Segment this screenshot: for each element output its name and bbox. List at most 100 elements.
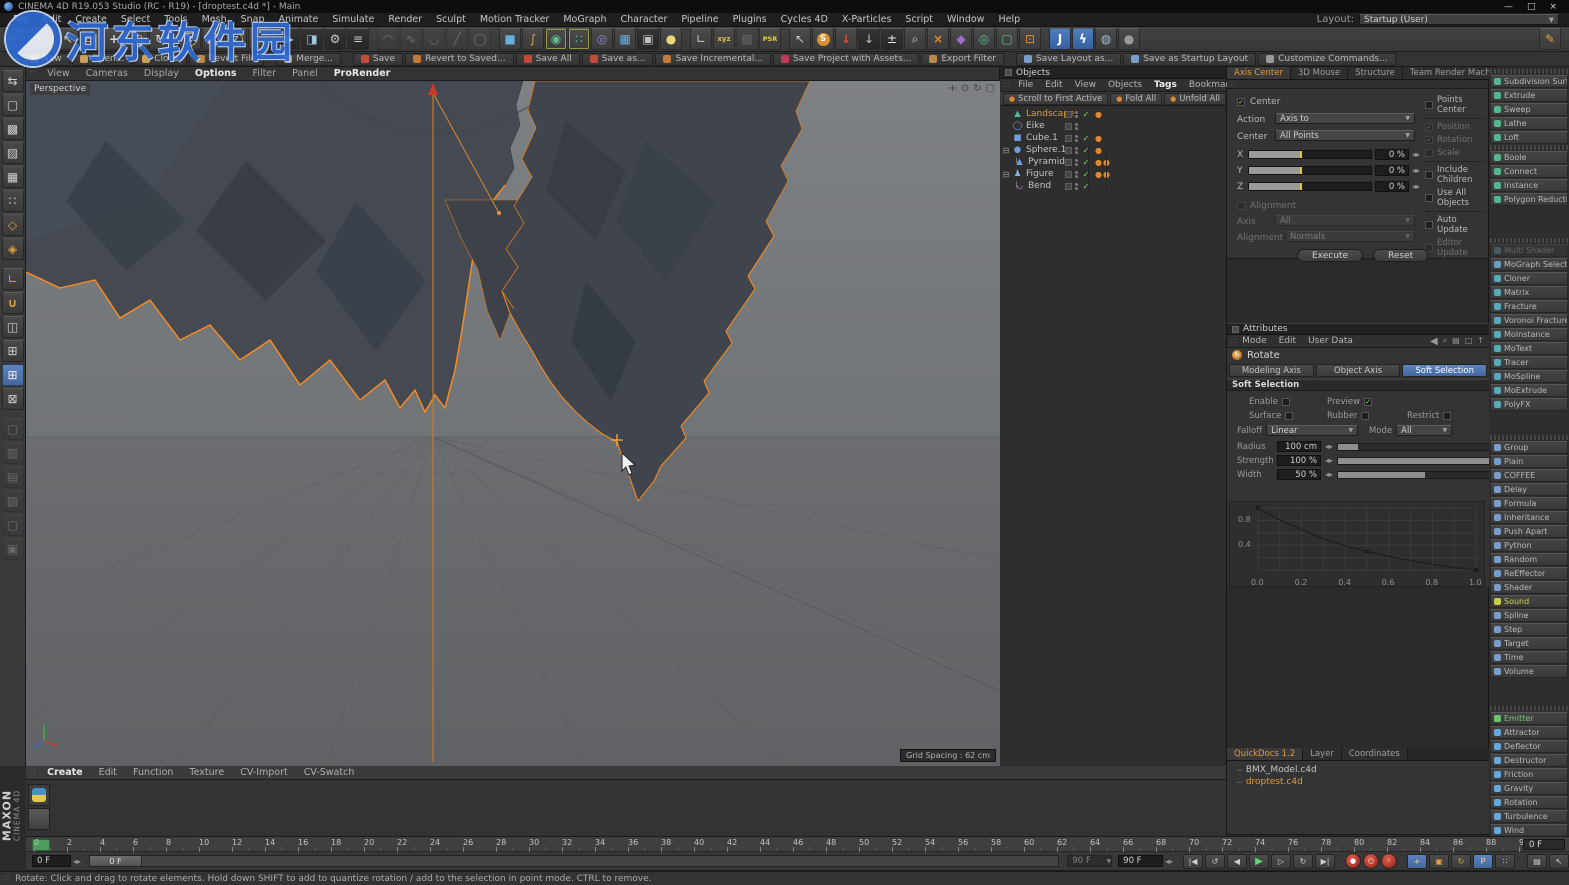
snap-disabled-icon[interactable]: ▨ [736,28,758,50]
objects-toolbar-button[interactable]: ●Scroll to First Active [1003,93,1108,105]
magnify-icon[interactable]: ⌕ [904,28,926,50]
stepper-icon[interactable]: ◂▸ [1165,857,1173,866]
sculpt-mode-icon[interactable]: S [812,28,834,50]
undo-icon[interactable]: ↶ [4,28,26,50]
lock-icon[interactable]: □ [1465,336,1473,347]
enable-checkbox[interactable] [1282,398,1290,406]
viewport-view-label[interactable]: Perspective [30,83,90,95]
expander-icon[interactable]: ⊟ [1000,170,1012,179]
shader-effector-button[interactable]: Shader [1490,581,1568,594]
radius-field[interactable]: 100 cm [1277,441,1321,452]
material-menu-item[interactable]: Function [125,767,181,778]
enabled-check-icon[interactable]: ✓ [1081,182,1091,191]
transform-checkbox[interactable]: Scale [1425,148,1485,158]
sculpt-smooth-icon[interactable]: ∿ [400,28,422,50]
menu-item[interactable]: Select [114,14,157,25]
menu-item[interactable]: MoGraph [556,14,613,25]
cloner-icon[interactable]: ∷ [568,28,590,50]
polyfx-button[interactable]: PolyFX [1490,398,1568,411]
radius-slider[interactable] [1337,443,1509,451]
region-icon[interactable]: ▢ [996,28,1018,50]
sculpt-pull-icon[interactable]: ◠ [377,28,399,50]
target-effector-button[interactable]: Target [1490,637,1568,650]
render-queue-icon[interactable]: ≡ [347,28,369,50]
visibility-dots[interactable] [1075,159,1078,166]
inactive-tool-icon[interactable]: ▥ [2,442,24,464]
menu-item[interactable]: Window [940,14,991,25]
lightning-icon[interactable]: ϟ [1072,28,1094,50]
viewport-menu-item[interactable]: ProRender [326,68,399,79]
record-active-objects-button[interactable]: ● [1345,853,1361,869]
scope-checkbox[interactable]: Use All Objects [1425,188,1485,208]
group-effector-button[interactable]: Group [1490,441,1568,454]
workplane-snap-icon[interactable]: ◫ [2,316,24,338]
polygon-reduction-button[interactable]: Polygon Reduction [1490,193,1568,206]
objects-menu-item[interactable]: View [1069,80,1102,90]
bomb-icon[interactable]: ● [1118,28,1140,50]
axis-value-field[interactable]: 0 % [1375,165,1409,176]
scope-checkbox[interactable]: Include Children [1425,165,1485,185]
fracture-button[interactable]: Fracture [1490,300,1568,313]
matrix-button[interactable]: Matrix [1490,286,1568,299]
viewport-menu-item[interactable]: Panel [284,68,326,79]
file-toolbar-button[interactable]: Close [134,53,187,66]
command-tab[interactable]: Axis Center [1227,67,1291,79]
menu-item[interactable]: Pipeline [674,14,725,25]
layout-dropdown[interactable]: Startup (User)▼ [1359,14,1559,25]
play-button[interactable]: ▶ [1249,854,1269,869]
move-icon[interactable]: + [103,28,125,50]
pointer-button[interactable]: ↖ [1549,854,1569,869]
tool-tab[interactable]: Object Axis [1316,364,1401,377]
tracer-button[interactable]: Tracer [1490,356,1568,369]
snap-magnet-icon[interactable]: ∪ [2,292,24,314]
restrict-checkbox[interactable] [1443,412,1451,420]
menu-item[interactable]: Simulate [325,14,381,25]
visibility-dots[interactable] [1075,147,1078,154]
tool-tab[interactable]: Modeling Axis [1229,364,1314,377]
inactive-tool-icon[interactable]: ▧ [2,490,24,512]
quickdocs-document[interactable]: ─BMX_Model.c4d [1227,764,1489,776]
menu-item[interactable]: Cycles 4D [774,14,835,25]
layer-chip[interactable] [1065,159,1072,166]
command-tab[interactable]: Structure [1348,67,1403,79]
workplane-icon[interactable]: ∟ [690,28,712,50]
enabled-check-icon[interactable]: ✓ [1081,110,1091,119]
alignment-checkbox[interactable] [1237,202,1245,210]
turbulence-button[interactable]: Turbulence [1490,810,1568,823]
file-toolbar-button[interactable]: Save as Startup Layout [1123,53,1256,66]
uv-mode-icon[interactable]: ▦ [2,166,24,188]
menu-item[interactable]: Sculpt [429,14,473,25]
stepper-icon[interactable]: ◂▸ [1412,166,1420,175]
coordinates-xyz-icon[interactable]: xyz [713,28,735,50]
close-button[interactable]: × [1549,2,1557,12]
quickdocs-tab[interactable]: Coordinates [1342,748,1408,760]
redo-icon[interactable]: ↷ [27,28,49,50]
subdivision-surface-icon[interactable]: ◉ [545,28,567,50]
record-pla-toggle[interactable]: ∷ [1495,854,1515,869]
file-toolbar-button[interactable]: Merge... [276,53,341,66]
attributes-menu-item[interactable]: User Data [1302,336,1359,346]
objects-menu-item[interactable]: Tags [1148,80,1183,90]
render-settings-icon[interactable]: ⚙ [324,28,346,50]
enabled-check-icon[interactable]: ✓ [1081,146,1091,155]
texture-mode-icon[interactable]: ▩ [2,118,24,140]
go-to-next-frame-button[interactable]: ▷ [1271,854,1291,869]
file-toolbar-button[interactable]: Save [353,53,403,66]
metaball-icon[interactable]: ◎ [591,28,613,50]
menu-item[interactable]: Render [381,14,429,25]
scale-icon[interactable]: ◱ [126,28,148,50]
expand-icon[interactable]: × [927,28,949,50]
menu-item[interactable]: Create [68,14,114,25]
drop-to-floor-icon[interactable]: ↓ [835,28,857,50]
keyframe-selection-button[interactable]: ◦ [1381,853,1397,869]
viewport-zoom-icon[interactable]: ⊙ [961,83,969,94]
phong-tag-icon[interactable]: ● [1095,146,1103,155]
make-editable-icon[interactable]: ⇆ [2,70,24,92]
file-toolbar-button[interactable]: Customize Commands... [1258,53,1396,66]
transform-checkbox[interactable]: ✓Position [1425,122,1485,132]
lathe-button[interactable]: Lathe [1490,117,1568,130]
material-menu-item[interactable]: Create [39,767,91,778]
grip-icon[interactable]: ∷ [30,69,35,78]
axis-mode-icon[interactable]: ∟ [2,268,24,290]
mospline-button[interactable]: MoSpline [1490,370,1568,383]
